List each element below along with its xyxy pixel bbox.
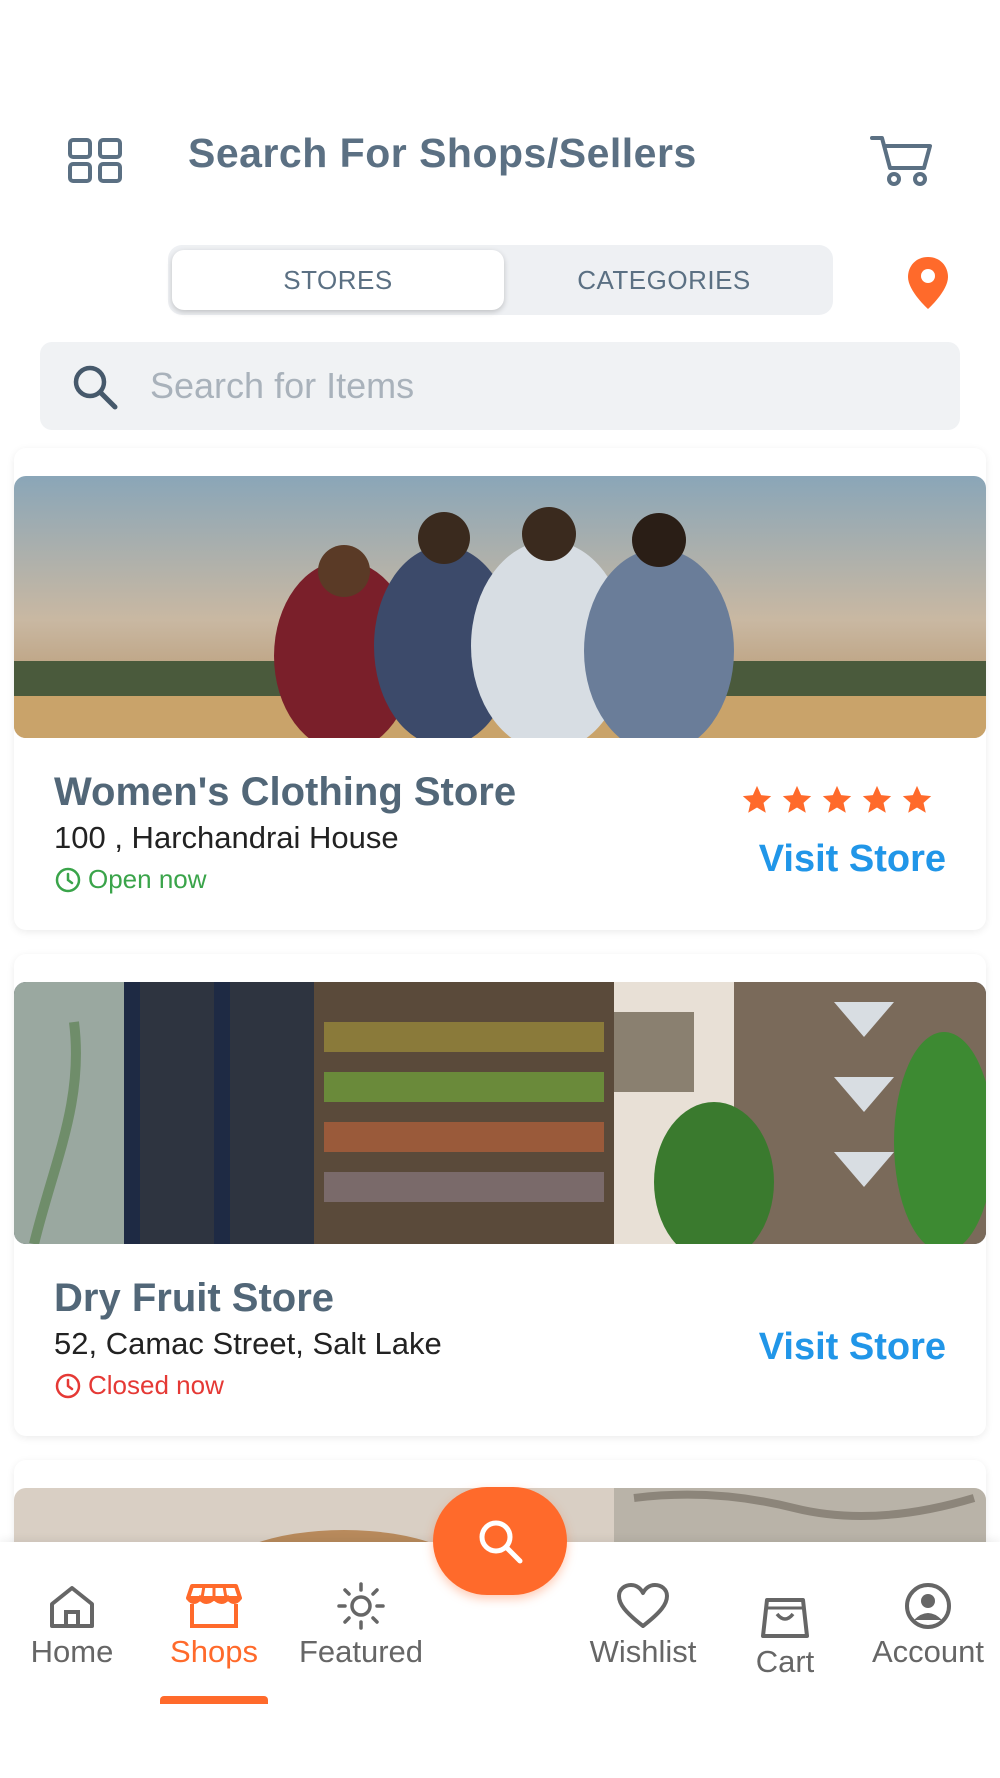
store-card[interactable]: Women's Clothing Store 100 , Harchandrai…: [14, 448, 986, 930]
nav-label: Cart: [755, 1644, 815, 1679]
shop-icon: [186, 1584, 242, 1628]
nav-item-cart[interactable]: Cart: [715, 1592, 855, 1680]
cart-icon[interactable]: [868, 132, 936, 188]
store-status: Closed now: [54, 1370, 224, 1401]
sun-icon: [337, 1582, 385, 1630]
clock-icon: [55, 867, 81, 892]
grid-menu-icon[interactable]: [68, 138, 124, 184]
clock-icon: [55, 1373, 81, 1398]
store-image: [14, 476, 986, 738]
nav-label: Wishlist: [589, 1634, 697, 1669]
tab-categories[interactable]: CATEGORIES: [498, 250, 830, 310]
store-address: 52, Camac Street, Salt Lake: [54, 1326, 442, 1361]
store-card[interactable]: Dry Fruit Store 52, Camac Street, Salt L…: [14, 954, 986, 1436]
star-icon: [902, 785, 932, 813]
nav-item-featured[interactable]: Featured: [286, 1582, 436, 1670]
account-icon: [905, 1583, 951, 1629]
nav-label: Account: [871, 1634, 984, 1669]
nav-item-shops[interactable]: Shops: [144, 1582, 284, 1670]
bag-icon: [761, 1598, 809, 1638]
nav-label: Featured: [298, 1634, 424, 1669]
star-icon: [822, 785, 852, 813]
nav-label: Home: [30, 1634, 114, 1669]
store-name: Women's Clothing Store: [54, 770, 517, 814]
star-icon: [742, 785, 772, 813]
star-icon: [782, 785, 812, 813]
store-status: Open now: [54, 864, 207, 895]
nav-label: Shops: [170, 1634, 258, 1669]
status-label: Closed now: [88, 1370, 224, 1400]
home-icon: [50, 1586, 94, 1628]
store-image: [14, 982, 986, 1244]
page-title: Search For Shops/Sellers: [188, 130, 697, 176]
nav-item-account[interactable]: Account: [858, 1582, 998, 1670]
search-input[interactable]: [150, 342, 930, 430]
visit-store-button[interactable]: Visit Store: [759, 1326, 946, 1369]
visit-store-button[interactable]: Visit Store: [759, 838, 946, 881]
nav-item-home[interactable]: Home: [2, 1582, 142, 1670]
tab-stores[interactable]: STORES: [172, 250, 504, 310]
map-pin-icon[interactable]: [905, 255, 951, 311]
search-bar: [40, 342, 960, 430]
search-icon: [73, 365, 118, 410]
star-icon: [862, 785, 892, 813]
store-address: 100 , Harchandrai House: [54, 820, 399, 855]
active-tab-indicator: [160, 1696, 268, 1704]
store-name: Dry Fruit Store: [54, 1276, 335, 1320]
stores-categories-toggle: STORES CATEGORIES: [168, 245, 833, 315]
app-header: Search For Shops/Sellers: [0, 110, 1000, 205]
floating-search-button[interactable]: [433, 1487, 567, 1595]
search-icon: [479, 1520, 523, 1564]
nav-item-wishlist[interactable]: Wishlist: [573, 1582, 713, 1670]
status-label: Open now: [88, 864, 207, 894]
rating-stars: [740, 783, 934, 817]
heart-icon: [617, 1583, 669, 1628]
